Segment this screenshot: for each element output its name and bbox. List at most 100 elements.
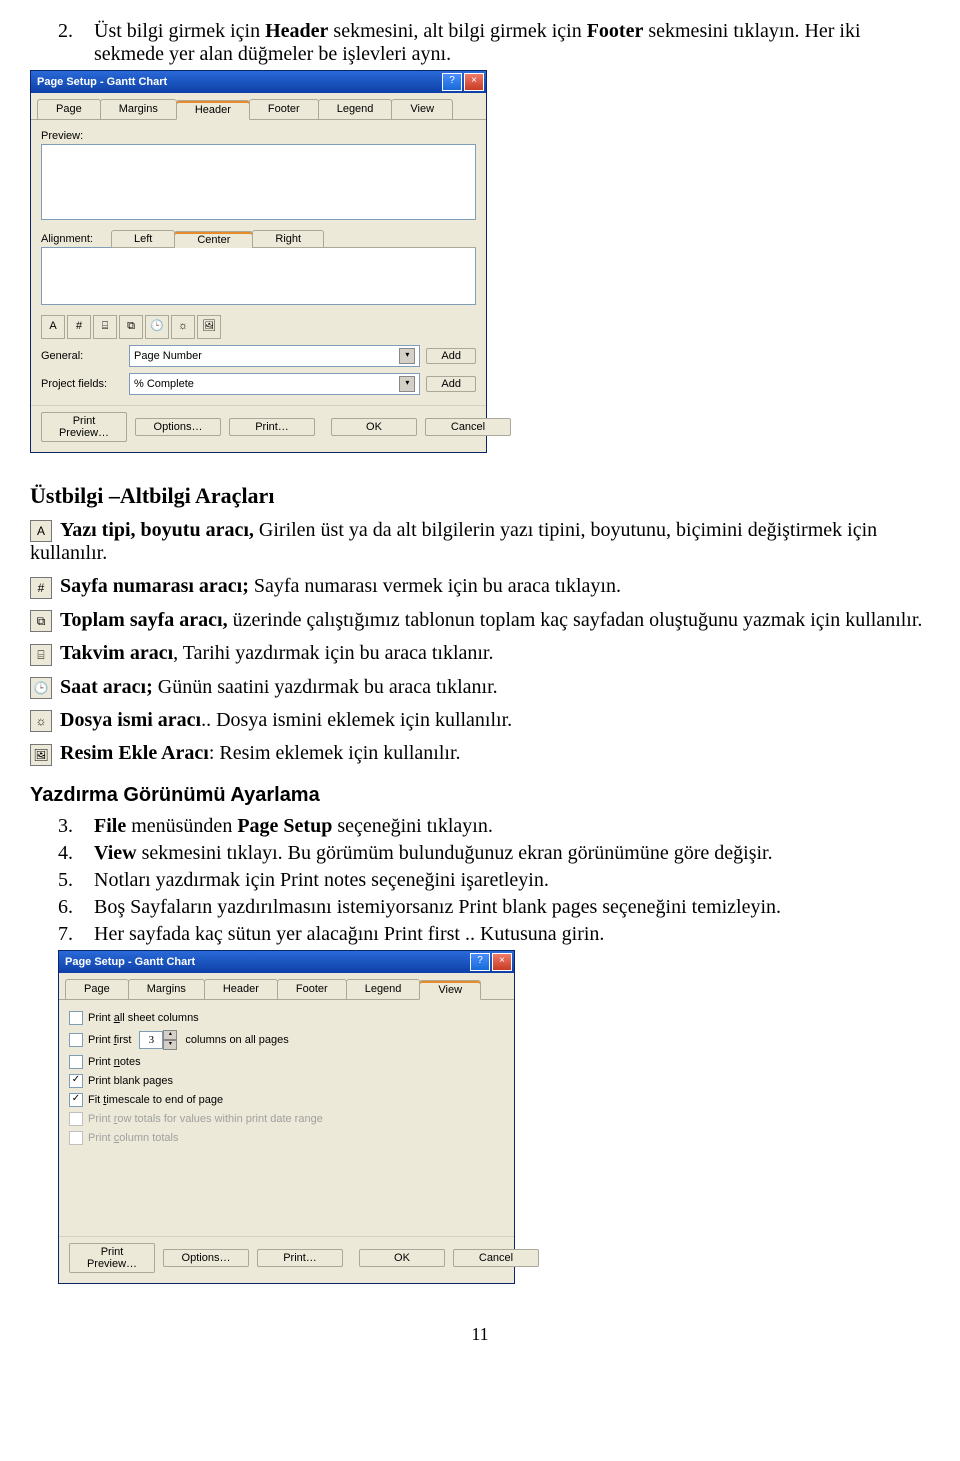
t: Notları yazdırmak için Print notes seçen…	[94, 869, 930, 892]
general-label: General:	[41, 350, 123, 362]
page-count-icon[interactable]: ⌸	[93, 315, 117, 339]
t: Boş Sayfaların yazdırılmasını istemiyors…	[94, 896, 930, 919]
tab-view[interactable]: View	[391, 99, 453, 119]
time-icon: 🕒	[30, 677, 52, 699]
t: File menüsünden Page Setup seçeneğini tı…	[94, 815, 930, 838]
spinner-value[interactable]: 3	[139, 1031, 163, 1049]
print-button[interactable]: Print…	[229, 418, 315, 436]
help-button[interactable]: ?	[442, 73, 462, 91]
print-blank-pages[interactable]: ✓ Print blank pages	[69, 1074, 504, 1088]
n: 3.	[30, 815, 94, 838]
align-right[interactable]: Right	[252, 230, 324, 247]
cancel-button[interactable]: Cancel	[425, 418, 511, 436]
time-icon[interactable]: 🕒	[145, 315, 169, 339]
date-icon[interactable]: ⧉	[119, 315, 143, 339]
preview-box	[41, 144, 476, 220]
print-first-columns[interactable]: Print first 3 ▴ ▾ columns on all pages	[69, 1030, 504, 1050]
tab-header[interactable]: Header	[176, 100, 250, 120]
t: columns on all pages	[185, 1034, 288, 1046]
page-setup-dialog-view: Page Setup - Gantt Chart ? × Page Margin…	[58, 950, 515, 1284]
add-general-button[interactable]: Add	[426, 348, 476, 364]
general-combo[interactable]: Page Number ▾	[129, 345, 420, 367]
header-text-area[interactable]	[41, 247, 476, 305]
n: 5.	[30, 869, 94, 892]
t: Sayfa numarası aracı;	[60, 575, 249, 597]
t: Resim Ekle Aracı	[60, 742, 209, 764]
page-setup-dialog-header: Page Setup - Gantt Chart ? × Page Margin…	[30, 70, 487, 453]
close-button[interactable]: ×	[464, 73, 484, 91]
alignment-row: Alignment: Left Center Right	[41, 230, 476, 248]
picture-icon[interactable]: 🖼	[197, 315, 221, 339]
step-6: 6. Boş Sayfaların yazdırılmasını istemiy…	[30, 896, 930, 919]
t: Saat aracı;	[60, 676, 153, 698]
page-count-icon: ⧉	[30, 610, 52, 632]
chevron-down-icon[interactable]: ▾	[163, 1040, 177, 1050]
tool-pagecount: ⧉ Toplam sayfa aracı, üzerinde çalıştığı…	[30, 609, 930, 632]
tab-margins[interactable]: Margins	[100, 99, 177, 119]
checkbox-icon	[69, 1131, 83, 1145]
print-button[interactable]: Print…	[257, 1249, 343, 1267]
fit-timescale[interactable]: ✓ Fit timescale to end of page	[69, 1093, 504, 1107]
dialog-title: Page Setup - Gantt Chart	[65, 956, 195, 968]
t: Her sayfada kaç sütun yer alacağını Prin…	[94, 923, 930, 946]
t: seçeneğini tıklayın.	[332, 815, 493, 837]
options-button[interactable]: Options…	[163, 1249, 249, 1267]
tab-legend[interactable]: Legend	[346, 979, 421, 999]
t: Dosya ismi aracı	[60, 709, 201, 731]
tab-footer[interactable]: Footer	[249, 99, 319, 119]
ok-button[interactable]: OK	[331, 418, 417, 436]
checkbox-icon[interactable]	[69, 1033, 83, 1047]
general-row: General: Page Number ▾ Add	[41, 345, 476, 367]
tab-legend[interactable]: Legend	[318, 99, 393, 119]
checkbox-icon[interactable]: ✓	[69, 1074, 83, 1088]
chevron-up-icon[interactable]: ▴	[163, 1030, 177, 1040]
options-button[interactable]: Options…	[135, 418, 221, 436]
tab-row: Page Margins Header Footer Legend View	[59, 973, 514, 1000]
print-all-sheet-columns[interactable]: Print all sheet columns	[69, 1011, 504, 1025]
t: sekmesini, alt bilgi girmek için	[328, 20, 586, 42]
cancel-button[interactable]: Cancel	[453, 1249, 539, 1267]
font-icon[interactable]: A	[41, 315, 65, 339]
step-4: 4. View sekmesini tıklayı. Bu görümüm bu…	[30, 842, 930, 865]
ok-button[interactable]: OK	[359, 1249, 445, 1267]
print-notes[interactable]: Print notes	[69, 1055, 504, 1069]
preview-label: Preview:	[41, 130, 476, 142]
align-left[interactable]: Left	[111, 230, 175, 247]
t: menüsünden	[126, 815, 237, 837]
align-center[interactable]: Center	[174, 231, 253, 248]
print-column-totals: Print column totals	[69, 1131, 504, 1145]
dialog-footer: Print Preview… Options… Print… OK Cancel	[31, 405, 486, 452]
project-combo[interactable]: % Complete ▾	[129, 373, 420, 395]
t: Sayfa numarası vermek için bu araca tıkl…	[249, 575, 621, 597]
tab-page[interactable]: Page	[65, 979, 129, 999]
t: Toplam sayfa aracı,	[60, 609, 228, 631]
project-label: Project fields:	[41, 378, 123, 390]
t: üzerinde çalıştığımız tablonun toplam ka…	[228, 609, 923, 631]
print-preview-button[interactable]: Print Preview…	[41, 412, 127, 442]
add-project-button[interactable]: Add	[426, 376, 476, 392]
page-number-icon[interactable]: #	[67, 315, 91, 339]
tab-view[interactable]: View	[419, 980, 481, 1000]
close-button[interactable]: ×	[492, 953, 512, 971]
checkbox-icon	[69, 1112, 83, 1126]
t: , Tarihi yazdırmak için bu araca tıklanı…	[173, 642, 493, 664]
step-number: 2.	[30, 20, 94, 66]
checkbox-icon[interactable]: ✓	[69, 1093, 83, 1107]
tab-margins[interactable]: Margins	[128, 979, 205, 999]
checkbox-icon[interactable]	[69, 1011, 83, 1025]
filename-icon[interactable]: ☼	[171, 315, 195, 339]
step-3: 3. File menüsünden Page Setup seçeneğini…	[30, 815, 930, 838]
tab-page[interactable]: Page	[37, 99, 101, 119]
tab-header[interactable]: Header	[204, 979, 278, 999]
help-button[interactable]: ?	[470, 953, 490, 971]
dialog-title: Page Setup - Gantt Chart	[37, 76, 167, 88]
tool-date: ⌸ Takvim aracı, Tarihi yazdırmak için bu…	[30, 642, 930, 665]
tab-footer[interactable]: Footer	[277, 979, 347, 999]
chevron-down-icon: ▾	[399, 376, 415, 392]
footer-word: Footer	[587, 20, 644, 42]
dialog-body: Print all sheet columns Print first 3 ▴ …	[59, 1000, 514, 1236]
print-preview-button[interactable]: Print Preview…	[69, 1243, 155, 1273]
t: View	[94, 842, 137, 864]
columns-spinner[interactable]: 3 ▴ ▾	[139, 1030, 177, 1050]
checkbox-icon[interactable]	[69, 1055, 83, 1069]
